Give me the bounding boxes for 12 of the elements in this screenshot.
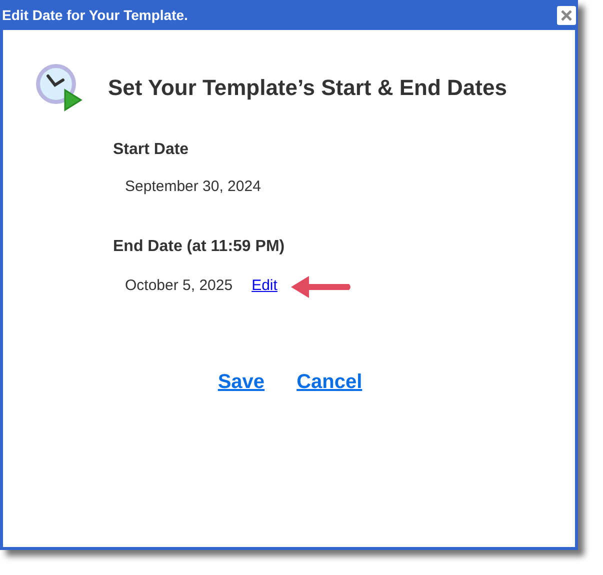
date-value: September 30, 2024 <box>124 177 262 197</box>
date-value: October 5, 2025 <box>125 276 233 296</box>
window-title: Edit Date for Your Template. <box>2 6 188 25</box>
field-label: End Date (at 11:59 PM) <box>113 236 286 256</box>
dialog-heading: Set Your Template’s Start & End Dates <box>108 74 507 102</box>
clock-icon <box>34 62 84 112</box>
edit-link[interactable]: Edit <box>252 275 278 298</box>
field-label: Start Date <box>113 140 190 160</box>
close-icon <box>561 10 572 20</box>
save-link[interactable]: Save <box>218 366 265 396</box>
close-button[interactable] <box>557 6 576 24</box>
cancel-link[interactable]: Cancel <box>296 366 362 396</box>
